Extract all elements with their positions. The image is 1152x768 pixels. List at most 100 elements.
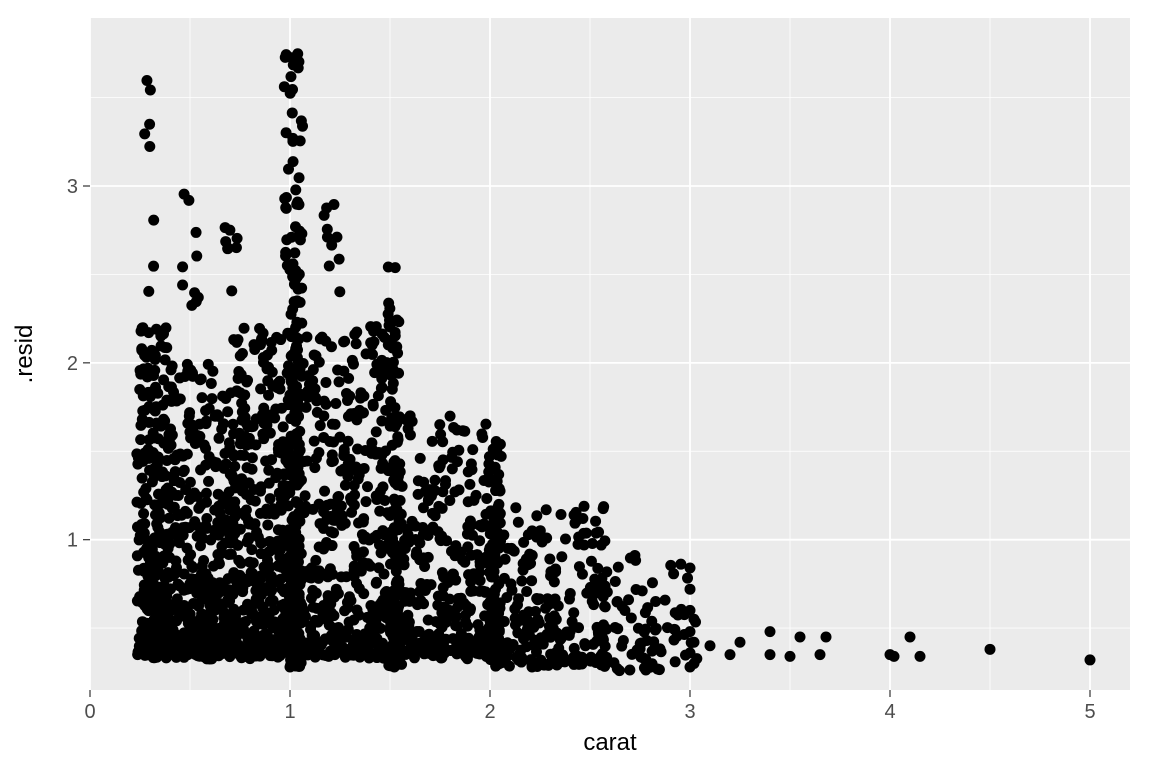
data-point	[529, 640, 540, 651]
data-point	[500, 554, 511, 565]
data-point	[480, 419, 491, 430]
data-point	[398, 554, 409, 565]
data-point	[524, 630, 535, 641]
data-point	[383, 339, 394, 350]
data-point	[385, 370, 396, 381]
data-point	[353, 517, 364, 528]
data-point	[228, 536, 239, 547]
data-point	[265, 493, 276, 504]
data-point	[631, 584, 642, 595]
data-point	[150, 509, 161, 520]
data-point	[371, 494, 382, 505]
data-point	[689, 614, 700, 625]
data-point	[475, 575, 486, 586]
data-point	[669, 624, 680, 635]
data-point	[322, 224, 333, 235]
data-point	[285, 662, 296, 673]
data-point	[320, 399, 331, 410]
data-point	[179, 568, 190, 579]
data-point	[682, 573, 693, 584]
data-point	[262, 519, 273, 530]
data-point	[296, 283, 307, 294]
data-point	[229, 503, 240, 514]
data-point	[1085, 654, 1096, 665]
data-point	[139, 405, 150, 416]
data-point	[145, 391, 156, 402]
data-point	[418, 477, 429, 488]
data-point	[191, 251, 202, 262]
data-point	[243, 532, 254, 543]
data-point	[203, 476, 214, 487]
data-point	[598, 619, 609, 630]
data-point	[254, 323, 265, 334]
data-point	[299, 456, 310, 467]
data-point	[531, 510, 542, 521]
data-point	[593, 527, 604, 538]
y-axis-title: .resid	[11, 325, 38, 384]
data-point	[521, 586, 532, 597]
data-point	[255, 537, 266, 548]
scatter-chart: 012345123carat.resid	[0, 0, 1152, 768]
data-point	[516, 657, 527, 668]
data-point	[314, 542, 325, 553]
data-point	[689, 658, 700, 669]
data-point	[148, 261, 159, 272]
data-point	[539, 660, 550, 671]
data-point	[144, 119, 155, 130]
data-point	[392, 431, 403, 442]
data-point	[472, 619, 483, 630]
data-point	[212, 549, 223, 560]
data-point	[273, 524, 284, 535]
data-point	[222, 406, 233, 417]
data-point	[477, 432, 488, 443]
data-point	[293, 411, 304, 422]
data-point	[456, 547, 467, 558]
data-point	[343, 458, 354, 469]
data-point	[280, 202, 291, 213]
data-point	[257, 429, 268, 440]
data-point	[301, 402, 312, 413]
data-point	[294, 318, 305, 329]
data-point	[608, 657, 619, 668]
data-point	[429, 475, 440, 486]
data-point	[334, 254, 345, 265]
data-point	[295, 575, 306, 586]
data-point	[541, 504, 552, 515]
data-point	[289, 397, 300, 408]
data-point	[161, 395, 172, 406]
data-point	[174, 372, 185, 383]
data-point	[574, 561, 585, 572]
data-point	[463, 496, 474, 507]
data-point	[358, 588, 369, 599]
data-point	[361, 348, 372, 359]
data-point	[296, 548, 307, 559]
data-point	[393, 601, 404, 612]
data-point	[140, 589, 151, 600]
data-point	[821, 631, 832, 642]
data-point	[495, 597, 506, 608]
data-point	[231, 337, 242, 348]
data-point	[518, 565, 529, 576]
data-point	[303, 645, 314, 656]
data-point	[471, 648, 482, 659]
data-point	[510, 502, 521, 513]
data-point	[378, 568, 389, 579]
data-point	[532, 527, 543, 538]
data-point	[151, 615, 162, 626]
data-point	[310, 392, 321, 403]
data-point	[336, 520, 347, 531]
data-point	[204, 587, 215, 598]
data-point	[545, 649, 556, 660]
data-point	[285, 560, 296, 571]
data-point	[170, 522, 181, 533]
data-point	[246, 609, 257, 620]
data-point	[371, 426, 382, 437]
data-point	[136, 343, 147, 354]
data-point	[589, 574, 600, 585]
data-point	[256, 570, 267, 581]
data-point	[495, 485, 506, 496]
data-point	[311, 571, 322, 582]
data-point	[143, 286, 154, 297]
data-point	[385, 421, 396, 432]
data-point	[561, 626, 572, 637]
